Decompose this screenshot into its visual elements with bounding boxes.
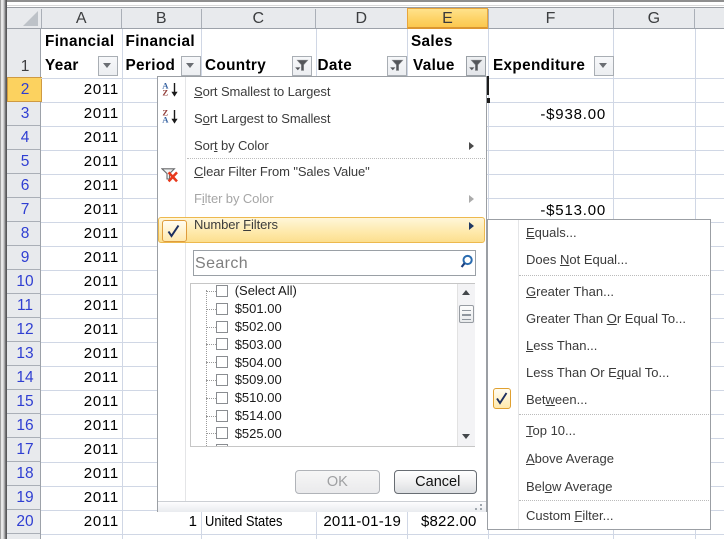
- svg-text:A: A: [162, 114, 169, 124]
- svg-text:Z: Z: [162, 87, 168, 97]
